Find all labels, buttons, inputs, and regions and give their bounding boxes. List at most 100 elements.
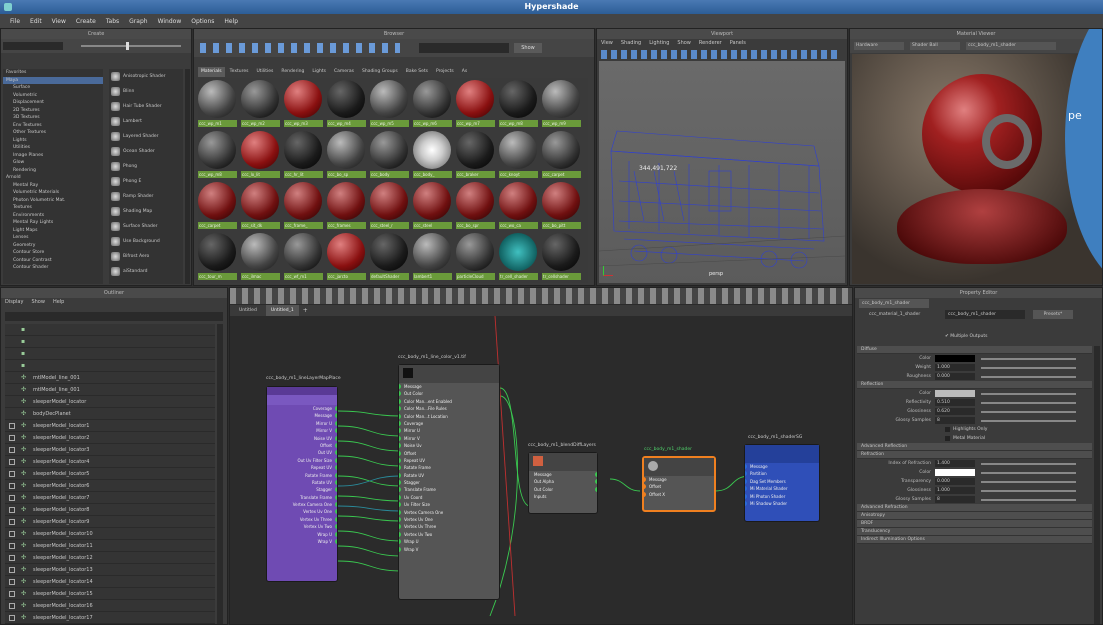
browser-tab-rendering[interactable]: Rendering xyxy=(278,67,307,77)
expand-icon[interactable] xyxy=(9,495,15,501)
material-swatch[interactable] xyxy=(413,233,451,271)
material-swatch[interactable] xyxy=(413,182,451,220)
create-item[interactable]: Ocean Shader xyxy=(109,144,183,159)
node-port[interactable]: Stagger xyxy=(267,486,337,493)
viewport-menu-shading[interactable]: Shading xyxy=(621,40,641,49)
create-tree-item[interactable]: Mental Ray xyxy=(3,182,103,190)
material-swatch[interactable] xyxy=(542,182,580,220)
port-in-dot[interactable] xyxy=(745,464,747,469)
create-item[interactable]: aiStandard xyxy=(109,264,183,279)
port-out-dot[interactable] xyxy=(335,502,337,508)
node-port[interactable]: Message xyxy=(267,412,337,419)
node-port[interactable]: Color Man...File Rules xyxy=(399,405,499,412)
material-swatch[interactable] xyxy=(241,182,279,220)
expand-icon[interactable] xyxy=(9,435,15,441)
attr-value-field[interactable]: 0.000 xyxy=(935,478,975,485)
outliner-item[interactable]: ▪ xyxy=(5,324,215,336)
outliner-menu-help[interactable]: Help xyxy=(53,299,64,308)
material-swatch[interactable] xyxy=(370,131,408,169)
create-tree-item[interactable]: Other Textures xyxy=(3,129,103,137)
node-port[interactable]: Out Color xyxy=(529,486,597,493)
attr-slider[interactable] xyxy=(981,480,1076,483)
create-favorites[interactable]: Favorites xyxy=(3,69,103,77)
outliner-item[interactable]: ✣ sleeperModel_locator1 xyxy=(5,420,215,432)
expand-icon[interactable] xyxy=(9,603,15,609)
outliner-item[interactable]: ✣ bodyDecPlanet xyxy=(5,408,215,420)
material-swatch[interactable] xyxy=(370,80,408,118)
node-port[interactable]: Message xyxy=(644,476,714,483)
outliner-item[interactable]: ✣ sleeperModel_locator8 xyxy=(5,504,215,516)
node-port[interactable]: Rotate Frame xyxy=(267,472,337,479)
port-out-dot[interactable] xyxy=(595,486,597,492)
port-in-dot[interactable] xyxy=(399,472,401,478)
material-swatch[interactable] xyxy=(499,182,537,220)
port-in-dot[interactable] xyxy=(399,443,401,449)
port-in-dot[interactable] xyxy=(644,477,646,482)
property-scrollbar[interactable] xyxy=(1094,346,1100,624)
property-tab[interactable]: ccc_body_m1_shader xyxy=(859,299,929,308)
browser-tab-projects[interactable]: Projects xyxy=(433,67,457,77)
port-in-dot[interactable] xyxy=(745,471,747,477)
attr-section-collapsed[interactable]: Anisotropy xyxy=(857,512,1092,520)
attr-value-field[interactable]: 0.620 xyxy=(935,408,975,415)
node-port[interactable]: Vertex Camera One xyxy=(399,509,499,516)
port-out-dot[interactable] xyxy=(335,420,337,426)
outliner-menu-show[interactable]: Show xyxy=(31,299,45,308)
shading-group-node[interactable]: Message Partition Dag Set Members Mi Materi… xyxy=(744,444,820,522)
node-port[interactable]: Offset xyxy=(399,450,499,457)
node-port[interactable]: Coverage xyxy=(267,405,337,412)
create-item[interactable]: Ramp Shader xyxy=(109,189,183,204)
create-item[interactable]: Hair Tube Shader xyxy=(109,99,183,114)
node-port[interactable]: Message xyxy=(745,463,819,470)
create-tree-item[interactable]: Glow xyxy=(3,159,103,167)
material-swatch[interactable] xyxy=(456,182,494,220)
create-tree-item[interactable]: Textures xyxy=(3,204,103,212)
node-port[interactable]: Mi Photon Shader xyxy=(745,493,819,500)
port-in-dot[interactable] xyxy=(399,465,401,471)
menu-item-options[interactable]: Options xyxy=(191,18,214,25)
attr-section-refraction[interactable]: Refraction xyxy=(857,451,1092,459)
expand-icon[interactable] xyxy=(9,567,15,573)
port-in-dot[interactable] xyxy=(644,484,646,490)
node-port[interactable]: Mi Shadow Shader xyxy=(745,500,819,507)
material-swatch[interactable] xyxy=(413,131,451,169)
outliner-item[interactable]: ✣ sleeperModel_locator5 xyxy=(5,468,215,480)
outliner-item[interactable]: ▪ xyxy=(5,360,215,372)
color-swatch[interactable] xyxy=(935,355,975,362)
port-out-dot[interactable] xyxy=(335,465,337,471)
attr-section-reflection[interactable]: Reflection xyxy=(857,381,1092,389)
attr-section-collapsed[interactable]: Translucency xyxy=(857,528,1092,536)
menu-item-help[interactable]: Help xyxy=(224,18,238,25)
create-tree-item[interactable]: Volumetric Materials xyxy=(3,189,103,197)
browser-tab-textures[interactable]: Textures xyxy=(227,67,252,77)
outliner-item[interactable]: ✣ sleeperModel_locator4 xyxy=(5,456,215,468)
port-in-dot[interactable] xyxy=(399,428,401,434)
node-port[interactable]: Mirror V xyxy=(267,427,337,434)
node-port[interactable]: Color Man...t Location xyxy=(399,413,499,420)
expand-icon[interactable] xyxy=(9,531,15,537)
port-out-dot[interactable] xyxy=(335,479,337,485)
menu-item-view[interactable]: View xyxy=(52,18,66,25)
browser-tab-utilities[interactable]: Utilities xyxy=(253,67,276,77)
material-swatch[interactable] xyxy=(327,233,365,271)
graph-tab[interactable]: Untitled xyxy=(234,305,262,316)
outliner-item[interactable]: ✣ sleeperModel_locator15 xyxy=(5,588,215,600)
port-in-dot[interactable] xyxy=(399,531,401,537)
port-in-dot[interactable] xyxy=(399,413,401,419)
outliner-item[interactable]: ▪ xyxy=(5,336,215,348)
outliner-item[interactable]: ✣ sleeperModel_locator14 xyxy=(5,576,215,588)
create-tree-item[interactable]: Environments xyxy=(3,212,103,220)
menu-item-edit[interactable]: Edit xyxy=(30,18,42,25)
expand-icon[interactable] xyxy=(9,543,15,549)
node-port[interactable]: Wrap V xyxy=(399,546,499,553)
attr-slider[interactable] xyxy=(981,410,1076,413)
create-tree-item[interactable]: Arnold xyxy=(3,174,103,182)
node-port[interactable]: Wrap U xyxy=(399,538,499,545)
checkbox[interactable] xyxy=(945,427,950,432)
node-port[interactable]: Rotate UV xyxy=(267,479,337,486)
port-out-dot[interactable] xyxy=(335,539,337,545)
create-tree-item[interactable]: 2D Textures xyxy=(3,107,103,115)
material-swatch[interactable] xyxy=(284,80,322,118)
node-port[interactable]: Noise UV xyxy=(267,435,337,442)
attr-section-diffuse[interactable]: Diffuse xyxy=(857,346,1092,354)
